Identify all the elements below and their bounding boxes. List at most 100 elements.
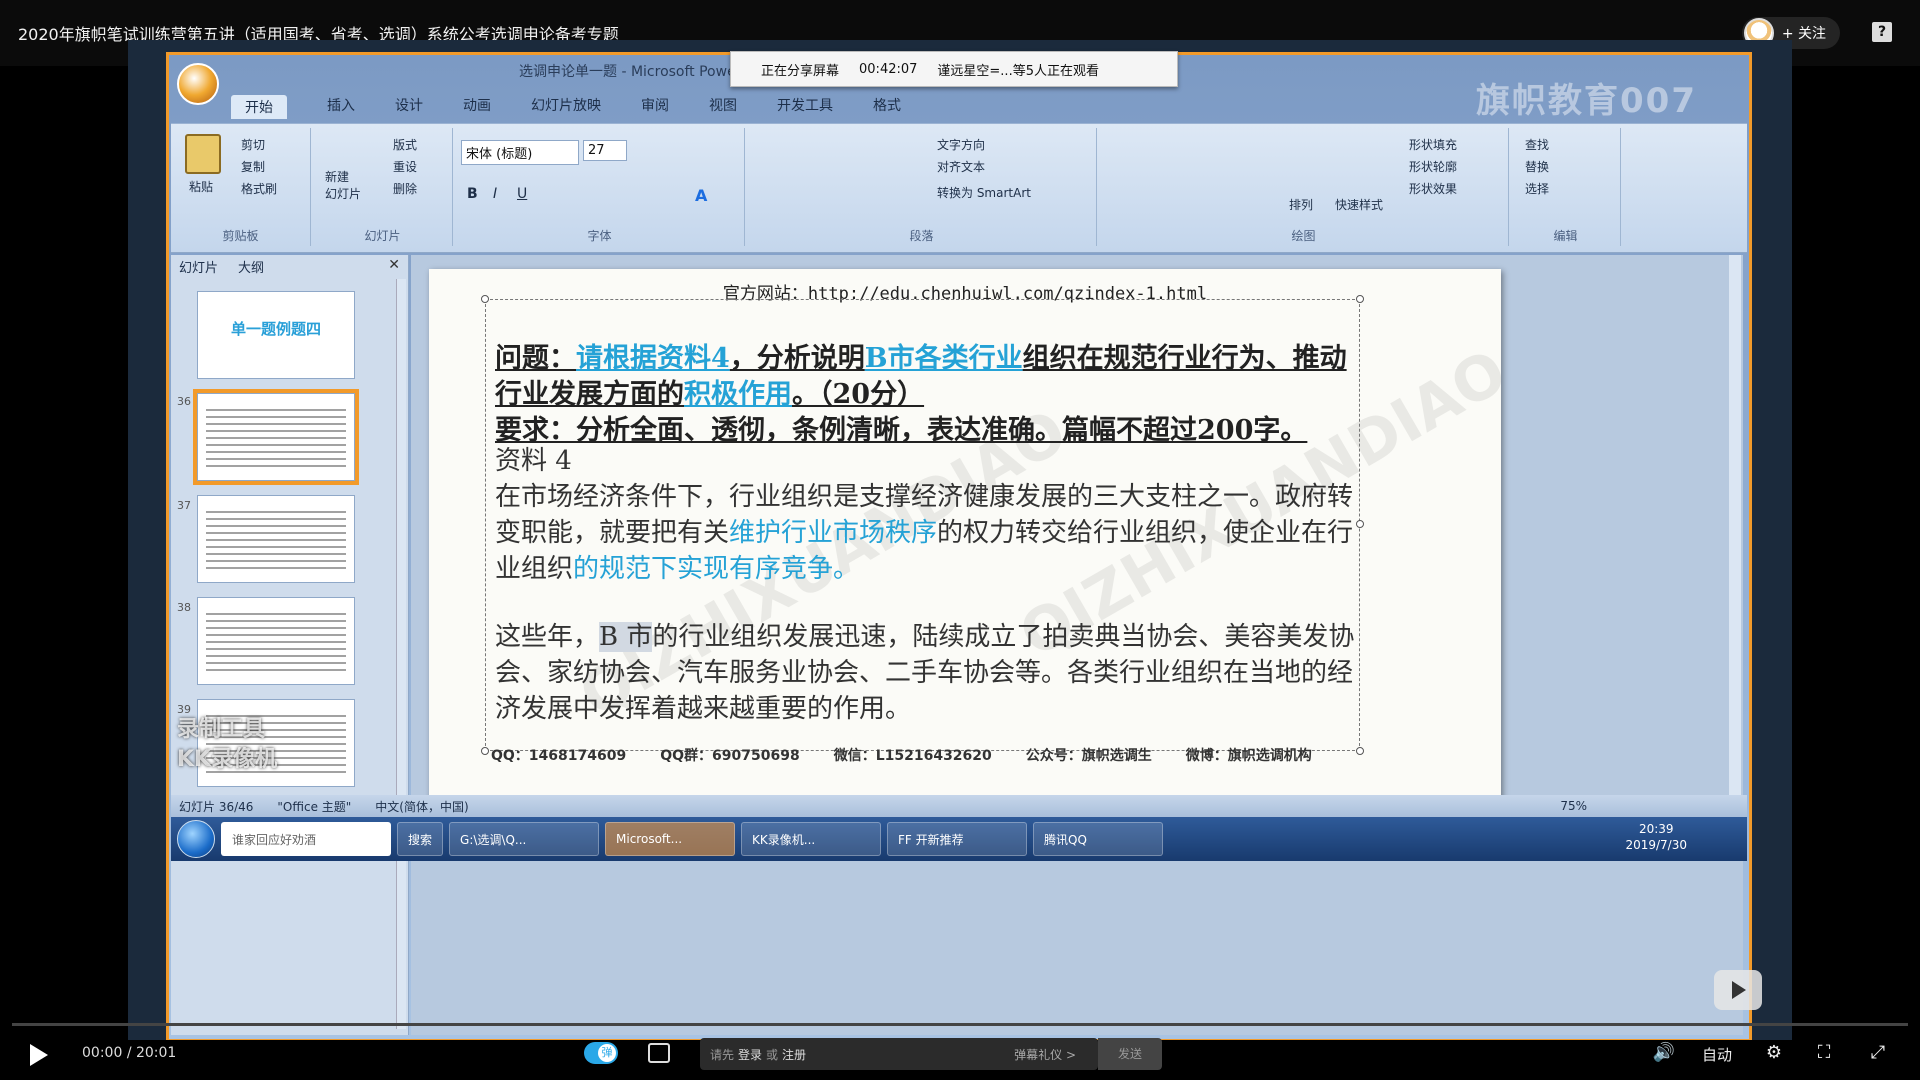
video-frame[interactable]: 正在分享屏幕 00:42:07 谨远星空=...等5人正在观看 选调申论单一题 …: [128, 40, 1792, 1040]
tab-format: 格式: [873, 98, 901, 114]
arrange-button: 排列: [1289, 198, 1314, 212]
slide-editing-area: QIZHIXUANDIAO QIZHIXUANDIAO 官方网站：http://…: [411, 255, 1743, 1035]
paragraph-group: 文字方向 对齐文本 转换为 SmartArt 段落: [747, 128, 1097, 246]
new-slide-button: 新建 幻灯片: [325, 170, 362, 201]
progress-bar[interactable]: [12, 1023, 1908, 1026]
slide-count: 幻灯片 36/46: [179, 799, 254, 814]
panel-tab-slides: 幻灯片: [179, 260, 219, 276]
play-icon[interactable]: [30, 1044, 48, 1066]
taskbar-search-button: 搜索: [397, 822, 444, 856]
material-paragraph-1: 在市场经济条件下，行业组织是支撑经济健康发展的三大支柱之一。政府转变职能，就要把…: [495, 479, 1365, 587]
select-button: 选择: [1525, 182, 1550, 196]
kk-watermark-line: 录制工具: [177, 717, 266, 742]
editing-label: 编辑: [1553, 229, 1578, 243]
help-icon[interactable]: ?: [1872, 22, 1892, 42]
settings-icon[interactable]: ⚙: [1762, 1042, 1786, 1064]
tab-design: 设计: [395, 98, 423, 114]
paragraph-label: 段落: [909, 229, 934, 243]
paragraph-text: 这些年，: [495, 622, 600, 652]
office-button-icon: [177, 63, 219, 105]
kk-recorder-watermark: 录制工具 KK录像机: [177, 715, 277, 775]
editing-group: 查找 替换 选择 编辑: [1511, 128, 1621, 246]
register-link[interactable]: 注册: [782, 1046, 806, 1063]
danmaku-settings-icon[interactable]: [648, 1043, 670, 1063]
copy-button: 复制: [241, 160, 266, 174]
footer-qq: QQ：1468174609: [491, 748, 627, 764]
bold-icon: B: [467, 186, 478, 202]
question-highlight: 积极作用: [684, 379, 792, 410]
brand-watermark: 旗帜教育007: [1476, 81, 1697, 121]
question-text-part: ，分析说明: [729, 343, 865, 374]
material-paragraph-2: 这些年，B 市的行业组织发展迅速，陆续成立了拍卖典当协会、美容美发协会、家纺协会…: [495, 619, 1365, 727]
text-direction-button: 文字方向: [937, 138, 986, 152]
paste-button: 粘贴: [189, 180, 214, 194]
footer-qq-group: QQ群：690750698: [660, 748, 800, 764]
slide-scrollbar: [1729, 255, 1741, 845]
panel-tabs: 幻灯片 大纲: [171, 255, 408, 277]
tab-review: 审阅: [641, 98, 669, 114]
thumbnail-number: 36: [177, 395, 191, 408]
time-separator: /: [126, 1045, 132, 1061]
danmaku-toggle-icon[interactable]: [584, 1042, 618, 1064]
language: 中文(简体，中国): [375, 799, 469, 814]
delete-button: 删除: [393, 182, 418, 196]
clock-date: 2019/7/30: [1625, 838, 1687, 852]
question-text-part: 。（20分）: [792, 379, 925, 410]
reset-button: 重设: [393, 160, 418, 174]
underline-icon: U: [517, 186, 528, 202]
format-painter-button: 格式刷: [241, 182, 278, 196]
clock-time: 20:39: [1638, 822, 1674, 836]
taskbar-item-kk: KK录像机...: [741, 822, 882, 856]
font-size-box: 27: [583, 140, 627, 161]
ribbon-tabs: 开始 插入 设计 动画 幻灯片放映 审阅 视图 开发工具 格式: [231, 95, 901, 119]
taskbar-item-qq: 腾讯QQ: [1033, 822, 1164, 856]
slide-canvas: QIZHIXUANDIAO QIZHIXUANDIAO 官方网站：http://…: [429, 269, 1501, 817]
slide-footer: QQ：1468174609 QQ群：690750698 微信：L15216432…: [491, 745, 1391, 765]
send-button[interactable]: 发送: [1098, 1038, 1162, 1070]
tab-home: 开始: [231, 95, 287, 119]
font-label: 字体: [587, 229, 612, 243]
login-link[interactable]: 登录: [738, 1046, 762, 1063]
tv-icon[interactable]: [1714, 970, 1762, 1010]
italic-icon: I: [493, 186, 498, 202]
fullscreen-icon[interactable]: ⤢: [1866, 1042, 1890, 1064]
danmaku-prompt: 请先: [710, 1047, 735, 1062]
shape-outline-button: 形状轮廓: [1409, 160, 1458, 174]
slides-group: 新建 幻灯片 版式 重设 删除 幻灯片: [313, 128, 453, 246]
slides-panel: 幻灯片 大纲 ✕ 单一题例题四 36 37 38 39 40 录制工具 KK录像…: [171, 255, 409, 1035]
danmaku-or: 或: [766, 1047, 779, 1062]
slide-thumbnail: [197, 597, 355, 685]
kk-watermark-line: KK录像机: [177, 747, 278, 772]
share-viewers: 谨远星空=...等5人正在观看: [937, 63, 1099, 79]
tab-developer: 开发工具: [777, 98, 833, 114]
volume-icon[interactable]: 🔊: [1652, 1042, 1676, 1064]
taskbar-item-explorer: G:\选调\Q...: [449, 822, 600, 856]
taskbar-item-ff: FF 开新推荐: [887, 822, 1028, 856]
material-title: 资料 4: [495, 446, 572, 476]
thumbnail-title: 单一题例题四: [230, 320, 321, 338]
danmaku-input[interactable]: 请先 登录 或 注册 弹幕礼仪 >: [700, 1038, 1098, 1070]
share-status: 正在分享屏幕: [761, 63, 840, 79]
smartart-button: 转换为 SmartArt: [937, 186, 1031, 200]
clipboard-group: 粘贴 剪切 复制 格式刷 剪贴板: [171, 128, 311, 246]
player-controls: 00:00 / 20:01 请先 登录 或 注册 弹幕礼仪 > 发送 🔊 自动 …: [0, 1030, 1920, 1080]
thumbnail-number: 37: [177, 499, 191, 512]
font-name-box: 宋体 (标题): [461, 140, 579, 165]
tab-view: 视图: [709, 98, 737, 114]
font-group: 宋体 (标题) 27 B I U A 字体: [455, 128, 745, 246]
footer-official-account: 公众号：旗帜选调生: [1025, 748, 1152, 764]
zoom-level: 75%: [1560, 799, 1587, 813]
windows-taskbar: 谁家回应好劝酒 搜索 G:\选调\Q... Microsoft... KK录像机…: [171, 817, 1747, 861]
tab-animation: 动画: [463, 98, 491, 114]
quick-styles-button: 快速样式: [1335, 198, 1384, 212]
taskbar-clock: 20:39 2019/7/30: [1625, 821, 1687, 853]
powerpoint-window: 选调申论单一题 - Microsoft PowerPoint 旗帜教育007 开…: [166, 52, 1752, 1040]
question-highlight: B市各类行业: [864, 343, 1023, 374]
no-fullscreen-icon[interactable]: ⛶: [1812, 1042, 1836, 1064]
quality-selector[interactable]: 自动: [1702, 1044, 1732, 1065]
start-button-icon: [177, 820, 215, 858]
find-button: 查找: [1525, 138, 1550, 152]
theme-name: "Office 主题": [277, 799, 352, 814]
danmaku-etiquette-link[interactable]: 弹幕礼仪 >: [1014, 1046, 1076, 1063]
footer-weibo: 微博：旗帜选调机构: [1185, 748, 1312, 764]
